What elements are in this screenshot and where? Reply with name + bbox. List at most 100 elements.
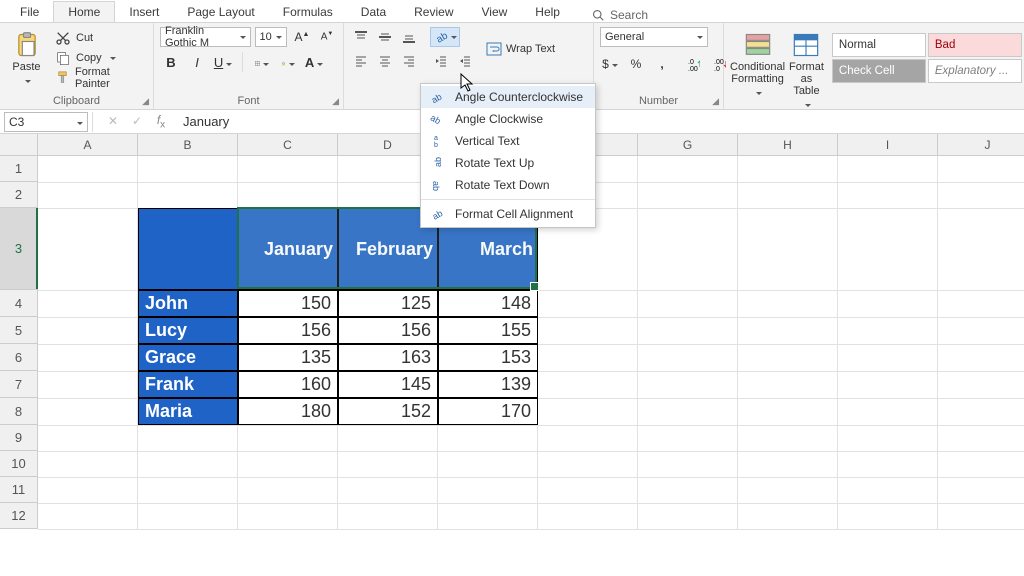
cell[interactable]	[38, 344, 138, 371]
cell[interactable]	[138, 290, 238, 317]
cell[interactable]	[937, 477, 1024, 503]
cell[interactable]	[238, 156, 338, 182]
cell[interactable]	[738, 425, 838, 451]
cell[interactable]	[838, 182, 938, 208]
row-head-5[interactable]: 5	[0, 317, 38, 344]
cell[interactable]	[438, 344, 538, 371]
orient-format-cell-alignment[interactable]: abFormat Cell Alignment	[421, 203, 595, 225]
align-top-button[interactable]	[350, 27, 372, 47]
conditional-formatting-button[interactable]: Conditional Formatting	[730, 27, 785, 89]
cell[interactable]	[538, 398, 638, 425]
row-head-9[interactable]: 9	[0, 425, 38, 451]
cell[interactable]	[937, 344, 1024, 371]
tab-file[interactable]: File	[6, 2, 53, 22]
cell[interactable]	[538, 290, 638, 317]
row-head-8[interactable]: 8	[0, 398, 38, 425]
cell[interactable]	[238, 208, 338, 290]
increase-indent-button[interactable]	[454, 51, 476, 71]
cell[interactable]	[438, 425, 538, 451]
col-head-C[interactable]: C	[238, 134, 338, 156]
font-name-select[interactable]: Franklin Gothic M	[160, 27, 251, 47]
cell[interactable]	[238, 425, 338, 451]
cell[interactable]	[838, 503, 938, 529]
cell[interactable]	[338, 451, 438, 477]
cell[interactable]	[538, 371, 638, 398]
row-head-6[interactable]: 6	[0, 344, 38, 371]
cell[interactable]	[338, 344, 438, 371]
cell[interactable]	[738, 208, 838, 290]
align-middle-button[interactable]	[374, 27, 396, 47]
cell[interactable]	[438, 371, 538, 398]
decrease-font-button[interactable]: A▼	[317, 27, 337, 47]
col-head-H[interactable]: H	[738, 134, 838, 156]
formula-input[interactable]: January	[177, 114, 1024, 129]
orient-rotate-text-down[interactable]: abRotate Text Down	[421, 174, 595, 196]
cell[interactable]	[838, 344, 938, 371]
cell[interactable]	[338, 398, 438, 425]
cell[interactable]	[238, 290, 338, 317]
font-color-button[interactable]: A	[303, 51, 325, 73]
cell[interactable]	[138, 477, 238, 503]
cell[interactable]	[638, 398, 738, 425]
cell[interactable]	[937, 290, 1024, 317]
name-box[interactable]: C3	[4, 112, 88, 132]
cell[interactable]	[38, 398, 138, 425]
percent-button[interactable]: %	[626, 53, 646, 75]
tab-review[interactable]: Review	[400, 2, 467, 22]
cell[interactable]	[338, 425, 438, 451]
cell[interactable]	[638, 477, 738, 503]
cell[interactable]	[738, 317, 838, 344]
cell[interactable]	[238, 503, 338, 529]
cell[interactable]	[238, 344, 338, 371]
cell[interactable]	[838, 208, 938, 290]
cell[interactable]	[538, 477, 638, 503]
cell[interactable]	[338, 317, 438, 344]
italic-button[interactable]: I	[186, 51, 208, 73]
increase-decimal-button[interactable]: .0.00	[684, 53, 704, 75]
tab-insert[interactable]: Insert	[115, 2, 173, 22]
cell[interactable]	[638, 425, 738, 451]
cell[interactable]	[838, 317, 938, 344]
tab-data[interactable]: Data	[347, 2, 400, 22]
align-left-button[interactable]	[350, 51, 372, 71]
row-head-4[interactable]: 4	[0, 290, 38, 317]
orient-angle-clockwise[interactable]: abAngle Clockwise	[421, 108, 595, 130]
cell[interactable]	[138, 503, 238, 529]
cell[interactable]	[438, 317, 538, 344]
cell[interactable]	[937, 425, 1024, 451]
orient-vertical-text[interactable]: abVertical Text	[421, 130, 595, 152]
search-button[interactable]: Search	[574, 8, 648, 22]
row-head-3[interactable]: 3	[0, 208, 38, 290]
cell[interactable]	[338, 290, 438, 317]
cell[interactable]	[838, 477, 938, 503]
cell[interactable]	[138, 451, 238, 477]
comma-button[interactable]: ,	[652, 53, 672, 75]
cell[interactable]	[538, 451, 638, 477]
cell[interactable]	[238, 317, 338, 344]
cell[interactable]	[738, 182, 838, 208]
cell[interactable]	[937, 208, 1024, 290]
cell[interactable]	[38, 451, 138, 477]
wrap-text-button[interactable]: Wrap Text	[486, 39, 555, 59]
cell[interactable]	[838, 290, 938, 317]
cell[interactable]	[937, 398, 1024, 425]
cell[interactable]	[38, 182, 138, 208]
cell[interactable]	[538, 425, 638, 451]
decrease-indent-button[interactable]	[430, 51, 452, 71]
number-format-select[interactable]: General	[600, 27, 708, 47]
cell[interactable]	[38, 156, 138, 182]
cell[interactable]	[738, 290, 838, 317]
cell[interactable]	[38, 371, 138, 398]
cell[interactable]	[238, 451, 338, 477]
cell[interactable]	[638, 503, 738, 529]
cell[interactable]	[937, 451, 1024, 477]
cell[interactable]	[638, 208, 738, 290]
cell[interactable]	[538, 503, 638, 529]
row-head-10[interactable]: 10	[0, 451, 38, 477]
tab-page-layout[interactable]: Page Layout	[173, 2, 268, 22]
paste-button[interactable]: Paste	[6, 27, 47, 89]
cell[interactable]	[138, 208, 238, 290]
style-bad[interactable]: Bad	[928, 33, 1022, 57]
cell[interactable]	[738, 451, 838, 477]
cell[interactable]	[138, 425, 238, 451]
